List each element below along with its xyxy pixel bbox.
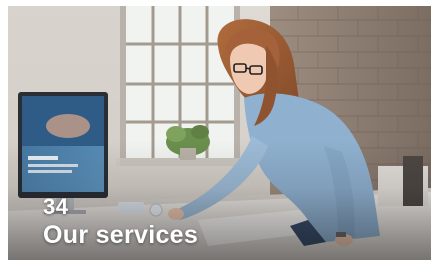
card-title[interactable]: Our services <box>43 220 198 250</box>
card-caption: 34 Our services <box>43 194 198 250</box>
service-card[interactable]: 34 Our services <box>8 6 431 260</box>
service-count: 34 <box>43 194 69 219</box>
